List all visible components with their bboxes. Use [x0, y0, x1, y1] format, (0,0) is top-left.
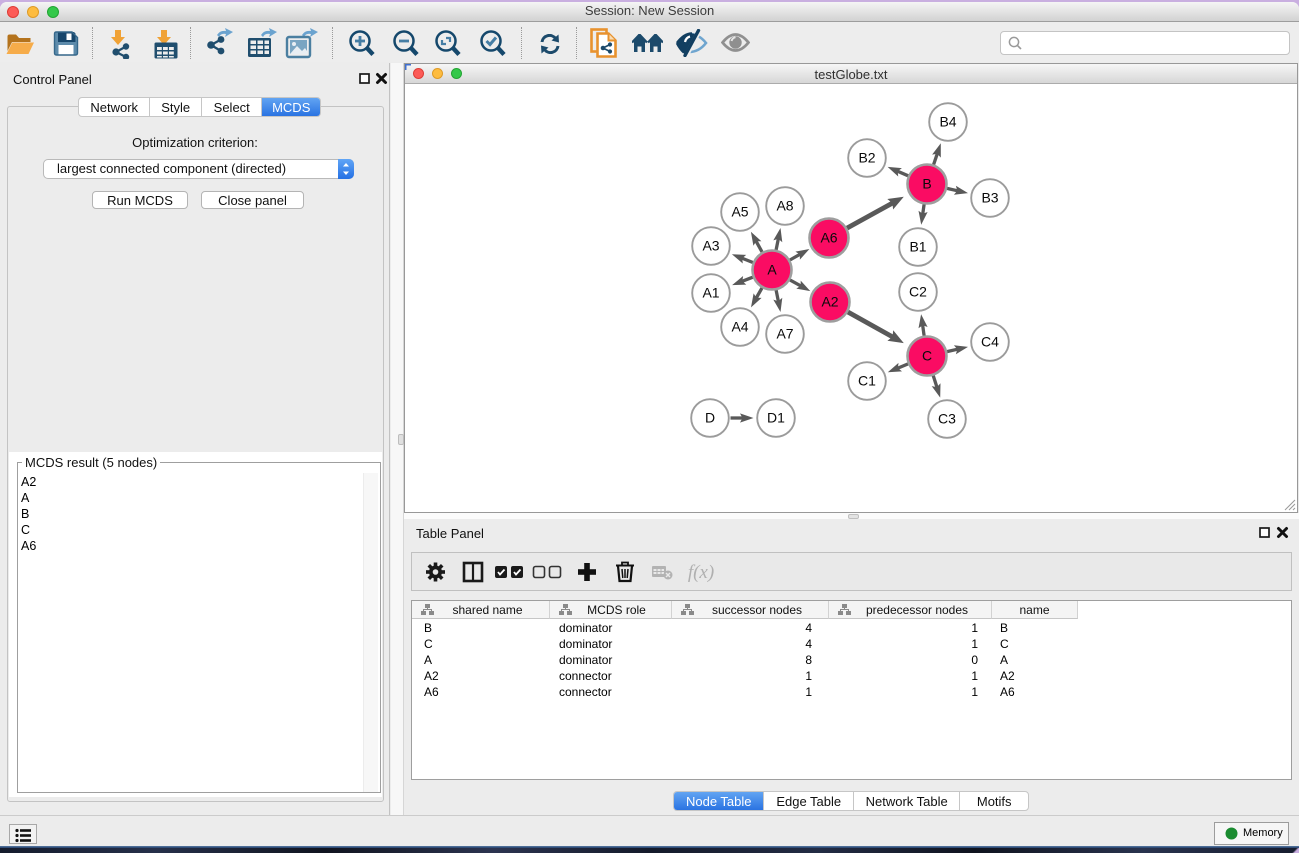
- svg-text:D1: D1: [767, 410, 785, 426]
- svg-text:A1: A1: [702, 285, 719, 301]
- svg-text:A6: A6: [820, 230, 837, 246]
- svg-text:B: B: [922, 176, 931, 192]
- svg-text:C1: C1: [858, 373, 876, 389]
- svg-text:f(x): f(x): [688, 562, 714, 583]
- svg-text:C: C: [922, 348, 932, 364]
- svg-text:A8: A8: [776, 198, 793, 214]
- svg-text:A4: A4: [731, 319, 748, 335]
- svg-text:A5: A5: [731, 204, 748, 220]
- svg-text:C4: C4: [981, 334, 999, 350]
- svg-text:A7: A7: [776, 326, 793, 342]
- svg-text:B4: B4: [939, 114, 956, 130]
- svg-text:A: A: [767, 262, 777, 278]
- svg-text:C2: C2: [909, 284, 927, 300]
- svg-text:B2: B2: [858, 150, 875, 166]
- svg-text:B1: B1: [909, 239, 926, 255]
- svg-text:A3: A3: [702, 238, 719, 254]
- svg-text:B3: B3: [981, 190, 998, 206]
- svg-text:A2: A2: [821, 294, 838, 310]
- svg-text:C3: C3: [938, 411, 956, 427]
- svg-text:D: D: [705, 410, 715, 426]
